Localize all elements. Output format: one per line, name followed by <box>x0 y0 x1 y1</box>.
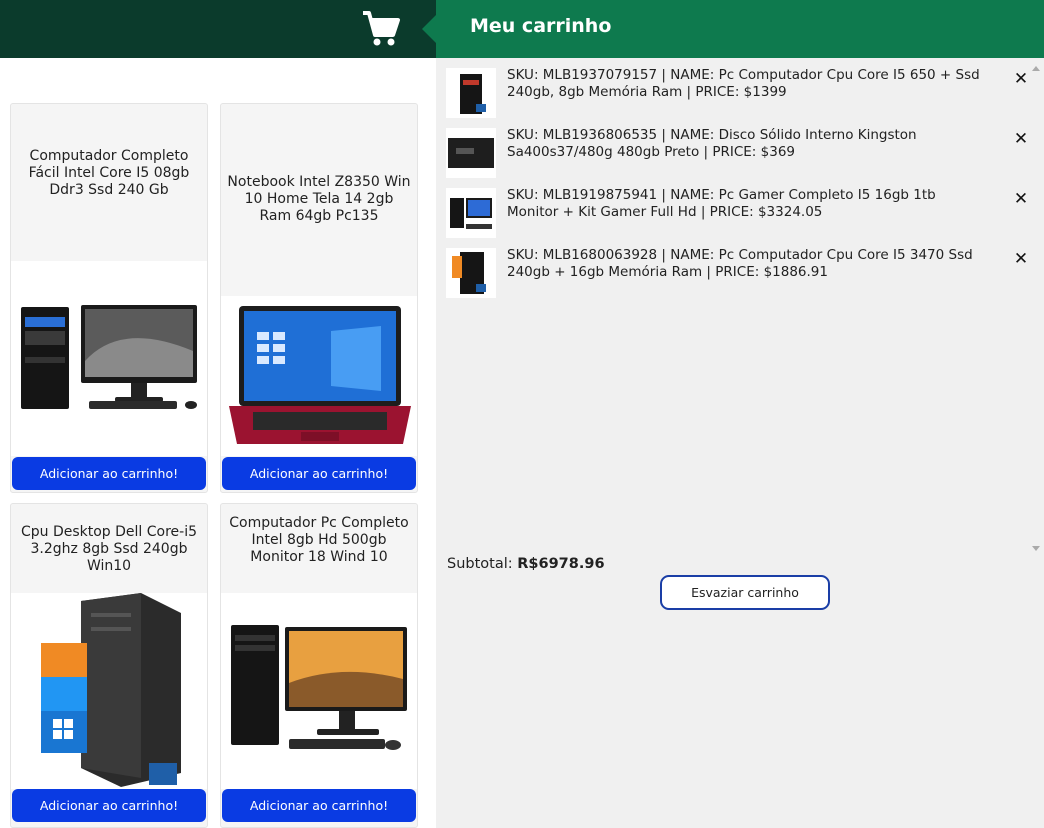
cart-item: SKU: MLB1919875941 | NAME: Pc Gamer Comp… <box>446 186 1034 246</box>
remove-item-close-icon[interactable]: ✕ <box>1012 70 1030 88</box>
desktop-pc-monitor-image <box>11 261 207 456</box>
cart-item-line2: 240gb, 8gb Memória Ram | PRICE: $1399 <box>507 84 787 100</box>
cpu-thumbnail-image <box>446 248 496 298</box>
remove-item-close-icon[interactable]: ✕ <box>1012 190 1030 208</box>
pc-thumbnail-image <box>446 68 496 118</box>
cart-item-line2: 240gb + 16gb Memória Ram | PRICE: $1886.… <box>507 264 828 280</box>
subtotal-value: R$6978.96 <box>517 556 605 572</box>
product-grid: Computador Completo Fácil Intel Core I5 … <box>0 58 436 828</box>
add-to-cart-button[interactable]: Adicionar ao carrinho! <box>222 457 416 490</box>
cart-item-line2: Monitor + Kit Gamer Full Hd | PRICE: $33… <box>507 204 823 220</box>
gamer-pc-thumbnail-image <box>446 188 496 238</box>
cart-header-notch <box>422 15 436 43</box>
cart-item-text: SKU: MLB1937079157 | NAME: Pc Computador… <box>507 67 1017 101</box>
store-page: Meu carrinho Computador Completo Fácil I… <box>0 0 1044 828</box>
cart-item-line1: SKU: MLB1680063928 | NAME: Pc Computador… <box>507 247 973 263</box>
product-title: Computador Pc Completo Intel 8gb Hd 500g… <box>229 515 409 565</box>
pc-monitor-image <box>221 593 417 789</box>
cart-item: SKU: MLB1937079157 | NAME: Pc Computador… <box>446 66 1034 126</box>
red-laptop-image <box>221 296 417 456</box>
product-title: Computador Completo Fácil Intel Core I5 … <box>28 148 190 198</box>
product-title: Notebook Intel Z8350 Win 10 Home Tela 14… <box>227 174 411 224</box>
cart-list: SKU: MLB1937079157 | NAME: Pc Computador… <box>446 66 1034 306</box>
product-card: Cpu Desktop Dell Core-i5 3.2ghz 8gb Ssd … <box>10 503 208 828</box>
cart-item-line2: Sa400s37/480g 480gb Preto | PRICE: $369 <box>507 144 795 160</box>
cart-title: Meu carrinho <box>470 15 612 37</box>
dell-tower-image <box>11 593 207 789</box>
product-title: Cpu Desktop Dell Core-i5 3.2ghz 8gb Ssd … <box>20 524 198 574</box>
cart-item-text: SKU: MLB1936806535 | NAME: Disco Sólido … <box>507 127 1017 161</box>
cart-item-line1: SKU: MLB1919875941 | NAME: Pc Gamer Comp… <box>507 187 936 203</box>
add-to-cart-button[interactable]: Adicionar ao carrinho! <box>222 789 416 822</box>
remove-item-close-icon[interactable]: ✕ <box>1012 130 1030 148</box>
empty-cart-button[interactable]: Esvaziar carrinho <box>660 575 830 610</box>
cart-item: SKU: MLB1936806535 | NAME: Disco Sólido … <box>446 126 1034 186</box>
cart-panel: SKU: MLB1937079157 | NAME: Pc Computador… <box>436 58 1044 828</box>
remove-item-close-icon[interactable]: ✕ <box>1012 250 1030 268</box>
subtotal: Subtotal: R$6978.96 <box>447 556 605 572</box>
scroll-down-arrow-icon[interactable] <box>1032 546 1040 551</box>
shopping-cart-icon[interactable] <box>360 8 402 50</box>
product-card: Computador Completo Fácil Intel Core I5 … <box>10 103 208 493</box>
product-card: Computador Pc Completo Intel 8gb Hd 500g… <box>220 503 418 828</box>
subtotal-label: Subtotal: <box>447 556 513 572</box>
cart-item: SKU: MLB1680063928 | NAME: Pc Computador… <box>446 246 1034 306</box>
cart-item-line1: SKU: MLB1937079157 | NAME: Pc Computador… <box>507 67 980 83</box>
add-to-cart-button[interactable]: Adicionar ao carrinho! <box>12 457 206 490</box>
cart-item-text: SKU: MLB1680063928 | NAME: Pc Computador… <box>507 247 1017 281</box>
ssd-thumbnail-image <box>446 128 496 178</box>
product-card: Notebook Intel Z8350 Win 10 Home Tela 14… <box>220 103 418 493</box>
cart-item-line1: SKU: MLB1936806535 | NAME: Disco Sólido … <box>507 127 917 143</box>
add-to-cart-button[interactable]: Adicionar ao carrinho! <box>12 789 206 822</box>
cart-item-text: SKU: MLB1919875941 | NAME: Pc Gamer Comp… <box>507 187 1017 221</box>
